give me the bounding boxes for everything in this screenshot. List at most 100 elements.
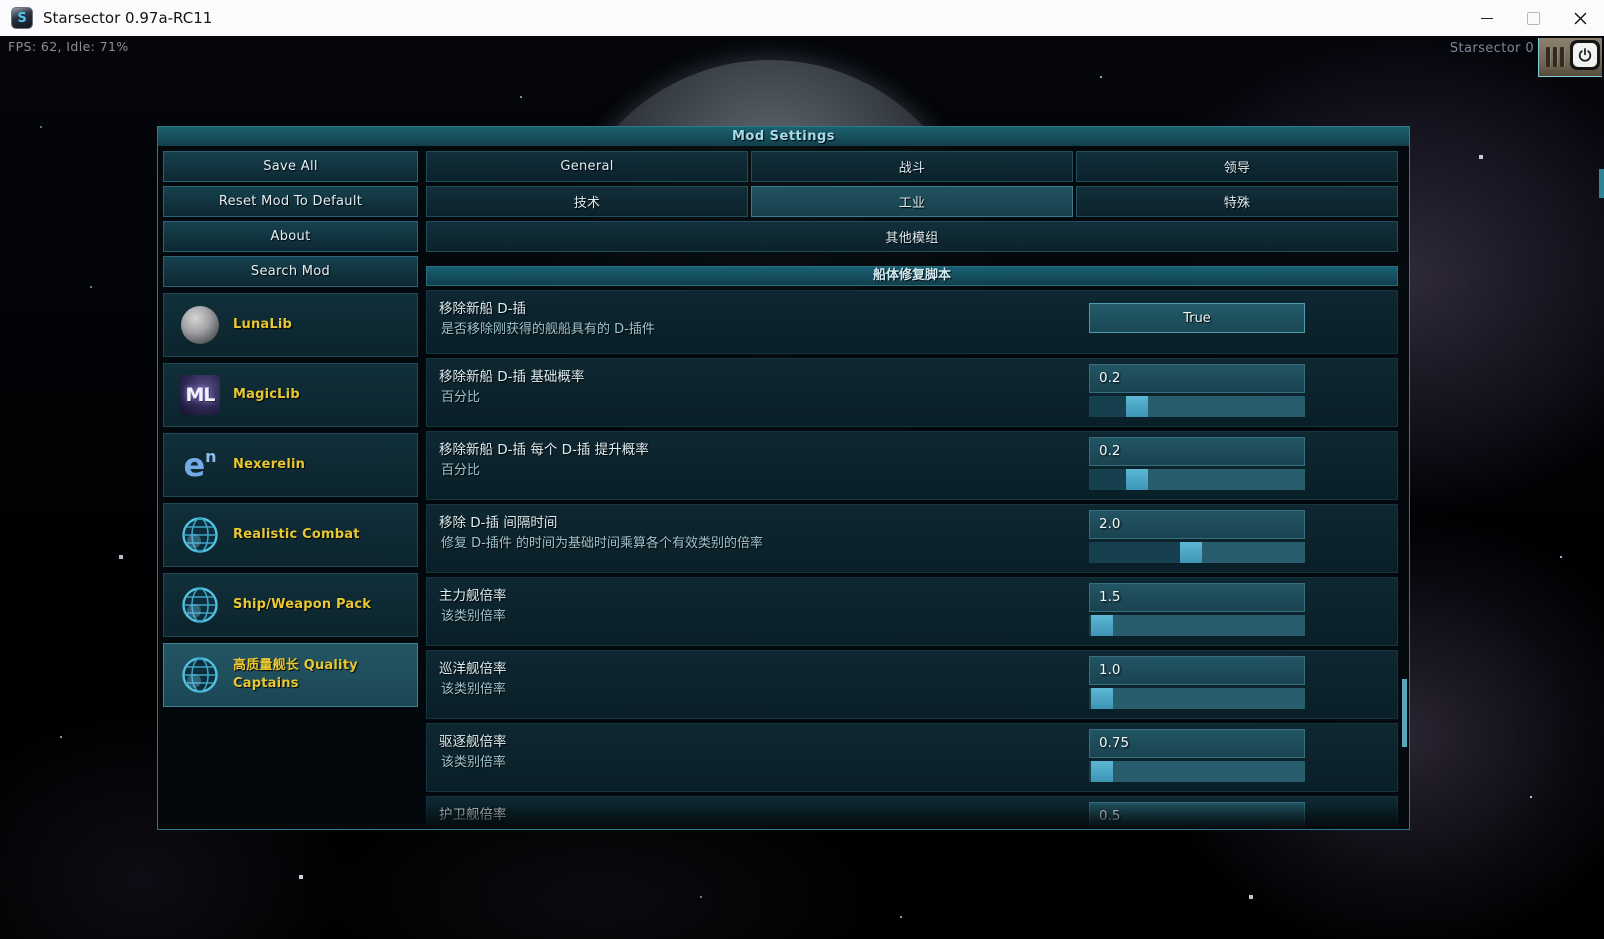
action-button[interactable]: Save All xyxy=(163,151,418,182)
category-tab[interactable]: 技术 xyxy=(426,186,748,217)
category-tab[interactable]: 战斗 xyxy=(751,151,1073,182)
window-titlebar: S Starsector 0.97a-RC11 xyxy=(0,0,1604,36)
mod-name: MagicLib xyxy=(233,386,306,404)
setting-description: 修复 D-插件 的时间为基础时间乘算各个有效类别的倍率 xyxy=(441,532,763,551)
setting-title: 护卫舰倍率 xyxy=(439,803,507,823)
close-button[interactable] xyxy=(1557,0,1604,36)
slider-handle[interactable] xyxy=(1091,688,1113,709)
value-input[interactable]: 0.5 xyxy=(1089,802,1305,828)
mod-name: Nexerelin xyxy=(233,456,311,474)
slider-track[interactable] xyxy=(1089,542,1305,563)
globe-icon xyxy=(180,655,220,695)
action-button[interactable]: Reset Mod To Default xyxy=(163,186,418,217)
category-tab[interactable]: 领导 xyxy=(1076,151,1398,182)
window-controls xyxy=(1463,0,1604,36)
fps-counter: FPS: 62, Idle: 71% xyxy=(8,39,129,54)
slider-track[interactable] xyxy=(1089,688,1305,709)
mod-name: 高质量舰长 Quality Captains xyxy=(233,657,417,693)
slider-handle[interactable] xyxy=(1091,615,1113,636)
slider-handle[interactable] xyxy=(1091,761,1113,782)
action-button-label: Reset Mod To Default xyxy=(219,194,362,209)
action-button[interactable]: About xyxy=(163,221,418,252)
setting-control: 0.2 xyxy=(1089,359,1305,426)
value-input[interactable]: 0.2 xyxy=(1089,437,1305,466)
value-text: 0.75 xyxy=(1099,735,1129,751)
setting-title: 移除新船 D-插 每个 D-插 提升概率 xyxy=(439,438,649,458)
action-button-label: Search Mod xyxy=(251,264,330,279)
globe-icon xyxy=(180,515,220,555)
tab-label: 特殊 xyxy=(1224,192,1251,211)
window-title: Starsector 0.97a-RC11 xyxy=(43,9,212,27)
mod-icon xyxy=(180,585,220,625)
power-button[interactable] xyxy=(1570,40,1600,70)
setting-row: 移除新船 D-插 基础概率 百分比 0.2 xyxy=(426,358,1398,427)
minimize-icon xyxy=(1481,18,1493,19)
setting-title: 移除新船 D-插 xyxy=(439,297,526,317)
setting-title: 主力舰倍率 xyxy=(439,584,507,604)
mod-list-item[interactable]: LunaLib xyxy=(163,293,418,357)
value-input[interactable]: 0.75 xyxy=(1089,729,1305,758)
app-icon: S xyxy=(11,7,33,29)
moon-icon xyxy=(181,306,219,344)
maximize-icon xyxy=(1527,12,1540,25)
toggle-value: True xyxy=(1183,311,1211,326)
setting-row: 驱逐舰倍率 该类别倍率 0.75 xyxy=(426,723,1398,792)
value-input[interactable]: 0.2 xyxy=(1089,364,1305,393)
slider-fill xyxy=(1148,469,1305,490)
slider-track[interactable] xyxy=(1089,761,1305,782)
slider-handle[interactable] xyxy=(1126,469,1148,490)
stars xyxy=(0,36,2,38)
setting-control: 0.5 xyxy=(1089,797,1305,828)
setting-title: 巡洋舰倍率 xyxy=(439,657,507,677)
mod-list: LunaLib ML MagicLib en xyxy=(163,293,418,713)
scrollbar-thumb[interactable] xyxy=(1402,679,1407,747)
category-tab[interactable]: 特殊 xyxy=(1076,186,1398,217)
mod-icon xyxy=(180,515,220,555)
slider-fill xyxy=(1113,615,1305,636)
settings-list: 移除新船 D-插 是否移除刚获得的舰船具有的 D-插件 True 移除新船 D-… xyxy=(426,290,1398,828)
mod-list-item[interactable]: en Nexerelin xyxy=(163,433,418,497)
mod-list-item[interactable]: 高质量舰长 Quality Captains xyxy=(163,643,418,707)
category-tab[interactable]: 工业 xyxy=(751,186,1073,217)
slider-handle[interactable] xyxy=(1180,542,1202,563)
slider-track[interactable] xyxy=(1089,396,1305,417)
setting-row: 护卫舰倍率 该类别倍率 0.5 xyxy=(426,796,1398,828)
setting-description: 该类别倍率 xyxy=(441,678,506,697)
category-tabs: General 战斗 领导 技术 工业 特殊 其他模组 xyxy=(426,151,1398,252)
value-input[interactable]: 1.0 xyxy=(1089,656,1305,685)
setting-description: 百分比 xyxy=(441,386,480,405)
toggle-button[interactable]: True xyxy=(1089,303,1305,333)
slider-handle[interactable] xyxy=(1126,396,1148,417)
value-text: 0.2 xyxy=(1099,370,1120,386)
tab-label: 战斗 xyxy=(899,157,926,176)
setting-description: 该类别倍率 xyxy=(441,605,506,624)
mod-settings-dialog: Mod Settings Save All Reset Mod To Defau… xyxy=(157,126,1410,830)
category-tab[interactable]: General xyxy=(426,151,748,182)
category-tab[interactable]: 其他模组 xyxy=(426,221,1398,252)
setting-row: 移除新船 D-插 是否移除刚获得的舰船具有的 D-插件 True xyxy=(426,290,1398,354)
value-input[interactable]: 1.5 xyxy=(1089,583,1305,612)
slider-track[interactable] xyxy=(1089,615,1305,636)
mod-list-item[interactable]: ML MagicLib xyxy=(163,363,418,427)
tab-label: 技术 xyxy=(574,192,601,211)
dialog-actions: Save All Reset Mod To Default About Sear… xyxy=(163,151,418,291)
mod-name: LunaLib xyxy=(233,316,298,334)
action-button-label: Save All xyxy=(263,159,318,174)
mod-icon: ML xyxy=(180,375,220,415)
maximize-button[interactable] xyxy=(1510,0,1557,36)
action-button[interactable]: Search Mod xyxy=(163,256,418,287)
mod-list-item[interactable]: Ship/Weapon Pack xyxy=(163,573,418,637)
setting-title: 移除 D-插 间隔时间 xyxy=(439,511,557,531)
value-input[interactable]: 2.0 xyxy=(1089,510,1305,539)
dialog-title: Mod Settings xyxy=(158,127,1409,146)
section-header: 船体修复脚本 xyxy=(426,266,1398,286)
slider-fill xyxy=(1202,542,1305,563)
action-button-label: About xyxy=(271,229,311,244)
slider-track[interactable] xyxy=(1089,469,1305,490)
menu-grille-icon[interactable] xyxy=(1541,40,1568,74)
setting-row: 移除新船 D-插 每个 D-插 提升概率 百分比 0.2 xyxy=(426,431,1398,500)
magiclib-logo-icon: ML xyxy=(180,375,220,415)
value-text: 1.5 xyxy=(1099,589,1120,605)
minimize-button[interactable] xyxy=(1463,0,1510,36)
mod-list-item[interactable]: Realistic Combat xyxy=(163,503,418,567)
